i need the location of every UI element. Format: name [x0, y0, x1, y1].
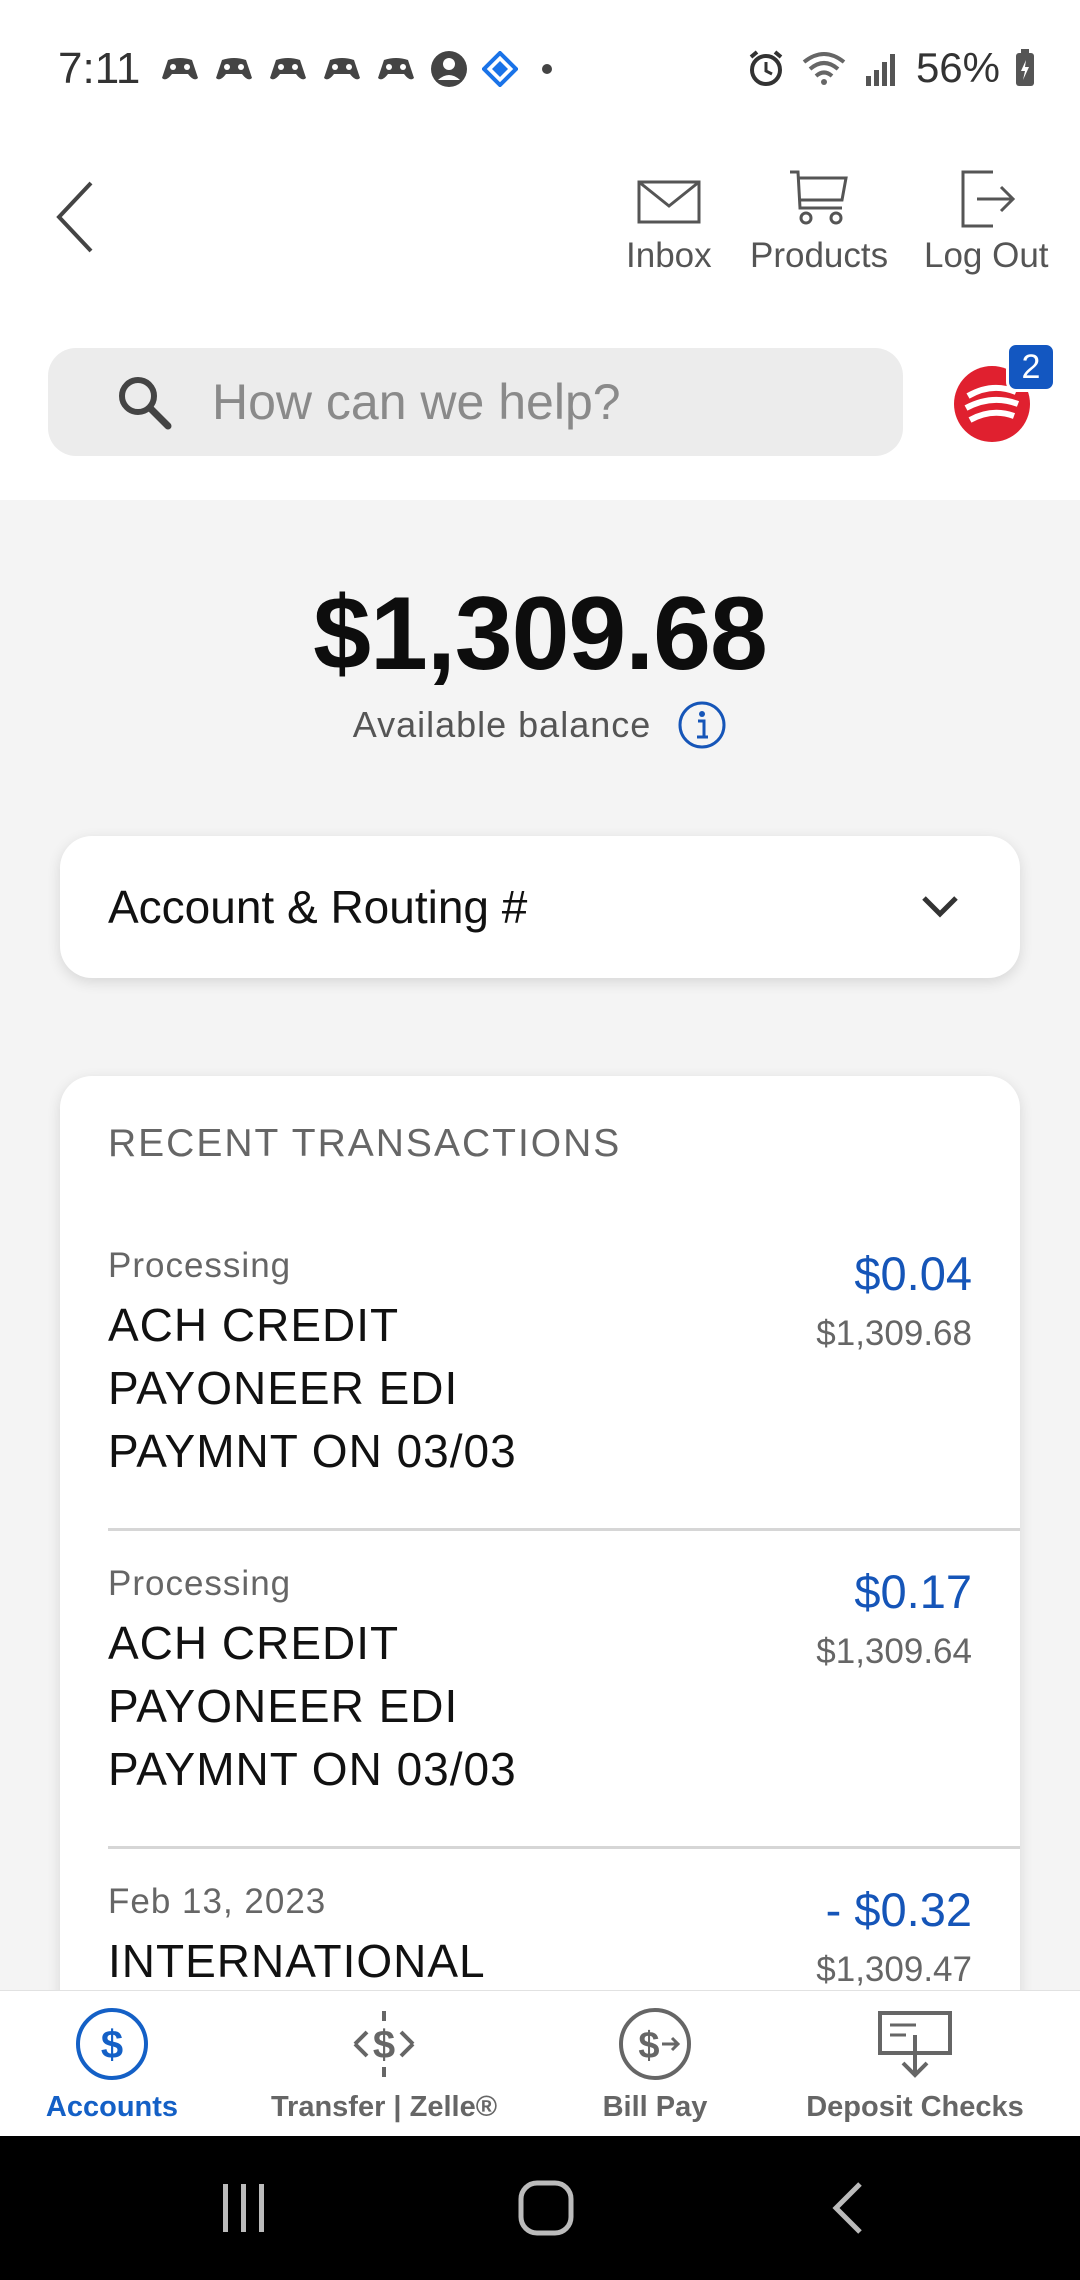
bill-pay-icon: $: [619, 2008, 691, 2080]
recent-apps-button[interactable]: [204, 2172, 284, 2244]
bottom-nav: $ Accounts $ Transfer | Zelle® $ Bill Pa…: [0, 1990, 1080, 2136]
transaction-row[interactable]: Processing ACH CREDIT PAYONEER EDI PAYMN…: [108, 1564, 1020, 1854]
system-back-button[interactable]: [808, 2172, 888, 2244]
nav-deposit-checks[interactable]: Deposit Checks: [800, 1991, 1030, 2137]
transaction-row[interactable]: Processing ACH CREDIT PAYONEER EDI PAYMN…: [108, 1246, 1020, 1536]
transaction-description: ACH CREDIT PAYONEER EDI PAYMNT ON 03/03: [108, 1299, 517, 1477]
deposit-check-icon: [878, 2011, 952, 2078]
game-controller-icon: [378, 58, 414, 80]
home-icon: [518, 2180, 574, 2236]
system-navigation-bar: [0, 2136, 1080, 2280]
back-button[interactable]: [40, 162, 110, 272]
balance-amount: $1,309.68: [313, 576, 768, 692]
nav-deposit-label: Deposit Checks: [806, 2091, 1024, 2123]
transaction-running-balance: $1,309.64: [816, 1632, 972, 1671]
nav-accounts-label: Accounts: [45, 2091, 179, 2123]
battery-charging-icon: [1016, 49, 1034, 86]
status-system-icons: 56%: [746, 44, 1036, 92]
chevron-down-icon: [922, 896, 958, 918]
transfer-icon: $: [353, 2011, 415, 2077]
battery-percent: 56%: [915, 44, 1000, 91]
game-controller-icon: [324, 58, 360, 80]
nav-accounts[interactable]: $ Accounts: [22, 1991, 202, 2137]
nav-bill-pay[interactable]: $ Bill Pay: [570, 1991, 740, 2137]
dollar-circle-icon: $: [76, 2008, 148, 2080]
search-input[interactable]: [212, 373, 852, 431]
nav-billpay-label: Bill Pay: [602, 2091, 708, 2123]
balance-label-row: Available balance: [0, 700, 1080, 750]
game-controller-icon: [162, 58, 198, 80]
recent-transactions-card: RECENT TRANSACTIONS Processing ACH CREDI…: [60, 1076, 1020, 2076]
nav-transfer-label: Transfer | Zelle®: [270, 2091, 498, 2123]
notifications-button[interactable]: 2: [950, 342, 1060, 452]
cart-icon: [790, 170, 848, 225]
diamond-icon: [482, 51, 518, 87]
inbox-button[interactable]: Inbox: [626, 168, 712, 276]
search-bar[interactable]: [48, 348, 903, 456]
inbox-label: Inbox: [626, 236, 712, 275]
transactions-header: RECENT TRANSACTIONS: [108, 1122, 622, 1165]
logout-icon: [961, 170, 1016, 228]
status-notification-icons: [160, 50, 562, 88]
status-bar: 7:11 56%: [0, 0, 1080, 140]
transaction-running-balance: $1,309.47: [816, 1950, 972, 1989]
info-icon[interactable]: [677, 700, 727, 750]
search-icon: [119, 377, 172, 430]
chevron-left-icon: [56, 181, 93, 253]
account-circle-icon: [431, 51, 467, 87]
logout-button[interactable]: Log Out: [924, 168, 1049, 276]
back-icon: [832, 2182, 862, 2234]
transaction-amount: $0.04: [854, 1247, 972, 1300]
divider: [108, 1528, 1020, 1531]
signal-icon: [865, 54, 895, 86]
account-routing-dropdown[interactable]: Account & Routing #: [60, 836, 1020, 978]
recent-apps-icon: [223, 2184, 264, 2232]
svg-text:$: $: [638, 2025, 659, 2067]
dot-icon: [542, 64, 552, 74]
status-time: 7:11: [58, 44, 141, 93]
game-controller-icon: [216, 58, 252, 80]
home-button[interactable]: [506, 2172, 586, 2244]
svg-text:$: $: [101, 2023, 123, 2067]
products-button[interactable]: Products: [750, 168, 888, 276]
balance-label: Available balance: [352, 704, 652, 745]
products-label: Products: [750, 236, 889, 275]
envelope-icon: [637, 180, 701, 224]
transaction-description: ACH CREDIT PAYONEER EDI PAYMNT ON 03/03: [108, 1617, 517, 1795]
transaction-amount: $0.17: [854, 1565, 972, 1618]
wifi-icon: [802, 52, 846, 85]
routing-label: Account & Routing #: [108, 881, 528, 933]
alarm-icon: [749, 50, 783, 86]
notification-badge: 2: [1006, 342, 1056, 392]
logout-label: Log Out: [924, 236, 1049, 275]
svg-text:$: $: [373, 2023, 395, 2067]
transaction-running-balance: $1,309.68: [816, 1314, 972, 1353]
game-controller-icon: [270, 58, 306, 80]
divider: [108, 1846, 1020, 1849]
nav-transfer-zelle[interactable]: $ Transfer | Zelle®: [254, 1991, 514, 2137]
transaction-amount: - $0.32: [825, 1883, 972, 1936]
transaction-description: INTERNATIONAL: [108, 1935, 486, 1987]
app-header: Inbox Products Log Out 2: [0, 140, 1080, 500]
